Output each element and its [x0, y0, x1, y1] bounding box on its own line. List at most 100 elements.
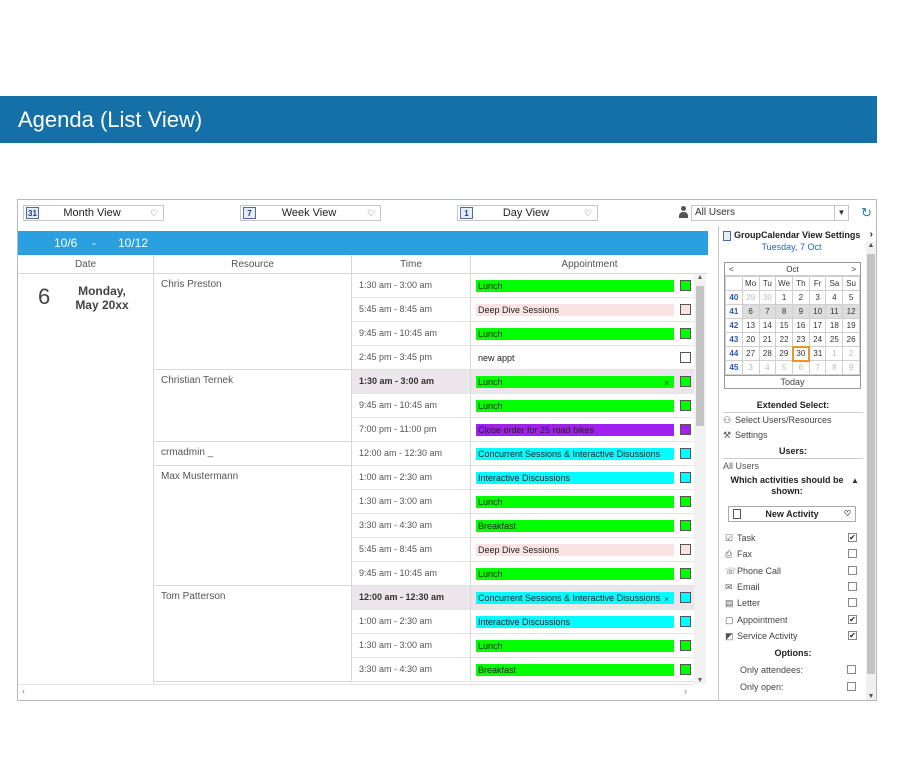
calendar-day[interactable]: 18: [825, 318, 844, 333]
appointment-subject[interactable]: Lunch: [476, 280, 674, 292]
activity-filter-item[interactable]: ◩ Service Activity ✔: [725, 629, 857, 643]
appointment-icon[interactable]: [680, 424, 691, 435]
calendar-day[interactable]: 26: [842, 332, 860, 347]
appointment-icon[interactable]: [680, 472, 691, 483]
activity-checkbox[interactable]: [848, 598, 857, 608]
appointment-subject[interactable]: Lunch: [476, 328, 674, 340]
appointment-row[interactable]: 1:30 am - 3:00 am Lunch: [352, 490, 694, 514]
calendar-day[interactable]: 8: [775, 304, 794, 319]
option-item[interactable]: Only attendees:: [740, 663, 856, 677]
appointment-icon[interactable]: [680, 592, 691, 603]
week-number[interactable]: 43: [725, 332, 743, 347]
calendar-day[interactable]: 8: [825, 360, 844, 375]
appointment-icon[interactable]: [680, 448, 691, 459]
activity-filter-item[interactable]: ▤ Letter: [725, 596, 857, 610]
activity-checkbox[interactable]: [848, 549, 857, 559]
settings-link[interactable]: ⚒ Settings: [723, 430, 768, 441]
next-month-icon[interactable]: >: [851, 263, 856, 276]
appointment-icon[interactable]: [680, 616, 691, 627]
calendar-day[interactable]: 7: [758, 304, 777, 319]
appointment-row[interactable]: 5:45 am - 8:45 am Deep Dive Sessions: [352, 538, 694, 562]
activity-filter-item[interactable]: ☏Phone Call: [725, 564, 857, 578]
activity-filter-item[interactable]: ⎙ Fax: [725, 547, 857, 561]
calendar-day[interactable]: 6: [741, 304, 760, 319]
appointment-subject[interactable]: Concurrent Sessions & Interactive Disuss…: [476, 448, 674, 460]
calendar-day[interactable]: 29: [741, 290, 760, 305]
calendar-day[interactable]: 24: [808, 332, 827, 347]
calendar-day[interactable]: 20: [741, 332, 760, 347]
day-view-button[interactable]: 1 Day View ♡: [457, 205, 598, 221]
chevron-down-icon[interactable]: ♡: [844, 507, 851, 521]
remove-icon[interactable]: ×: [664, 594, 669, 604]
appointment-icon[interactable]: [680, 664, 691, 675]
calendar-day[interactable]: 30: [758, 290, 777, 305]
dropdown-arrow-icon[interactable]: ▼: [834, 206, 848, 220]
option-checkbox[interactable]: [847, 682, 856, 691]
appointment-row[interactable]: 9:45 am - 10:45 am Lunch: [352, 322, 694, 346]
appointment-row[interactable]: 7:00 pm - 11:00 pm Close order for 25 roa…: [352, 418, 694, 442]
col-header-appointment[interactable]: Appointment: [471, 255, 708, 274]
scroll-down-icon[interactable]: ▼: [694, 677, 706, 684]
appointment-icon[interactable]: [680, 520, 691, 531]
appointment-row[interactable]: 12:00 am - 12:30 am Concurrent Sessions &…: [352, 442, 694, 466]
activity-filter-item[interactable]: ✉ Email: [725, 580, 857, 594]
calendar-day[interactable]: 21: [758, 332, 777, 347]
appointment-subject[interactable]: Concurrent Sessions & Interactive Disuss…: [476, 592, 674, 604]
activity-filter-item[interactable]: ☑ Task ✔: [725, 531, 857, 545]
calendar-day[interactable]: 1: [775, 290, 794, 305]
col-header-resource[interactable]: Resource: [154, 255, 352, 274]
calendar-day[interactable]: 3: [741, 360, 760, 375]
appointment-subject[interactable]: new appt: [476, 352, 674, 364]
appointment-icon[interactable]: [680, 280, 691, 291]
calendar-day[interactable]: 5: [775, 360, 794, 375]
option-item[interactable]: Only open:: [740, 680, 856, 694]
activity-checkbox[interactable]: [848, 565, 857, 575]
calendar-day[interactable]: 23: [792, 332, 810, 347]
appointment-icon[interactable]: [680, 352, 691, 363]
calendar-day[interactable]: 22: [775, 332, 794, 347]
appointment-row[interactable]: 2:45 pm - 3:45 pm new appt: [352, 346, 694, 370]
new-activity-button[interactable]: New Activity ♡: [728, 506, 856, 522]
week-number[interactable]: 42: [725, 318, 743, 333]
calendar-day[interactable]: 27: [741, 346, 760, 361]
week-number[interactable]: 40: [725, 290, 743, 305]
appointment-row[interactable]: 1:30 am - 3:00 am Lunch: [352, 274, 694, 298]
calendar-day[interactable]: 30: [791, 345, 811, 362]
vertical-scrollbar[interactable]: ▲ ▼: [694, 274, 706, 684]
week-number[interactable]: 44: [725, 346, 743, 361]
calendar-day[interactable]: 9: [842, 360, 860, 375]
scroll-thumb[interactable]: [696, 286, 704, 426]
panel-scroll-thumb[interactable]: [867, 254, 875, 674]
calendar-day[interactable]: 29: [775, 346, 794, 361]
scroll-left-icon[interactable]: ‹: [22, 686, 25, 696]
appointment-row[interactable]: 1:30 am - 3:00 am Lunch: [352, 634, 694, 658]
panel-scrollbar[interactable]: ▲ ▼: [866, 242, 876, 700]
scroll-up-icon[interactable]: ▲: [866, 242, 876, 249]
calendar-day[interactable]: 13: [741, 318, 760, 333]
calendar-day[interactable]: 15: [775, 318, 794, 333]
calendar-day[interactable]: 1: [825, 346, 844, 361]
calendar-day[interactable]: 4: [758, 360, 777, 375]
appointment-subject[interactable]: Deep Dive Sessions: [476, 544, 674, 556]
col-header-date[interactable]: Date: [18, 255, 154, 274]
calendar-day[interactable]: 4: [825, 290, 844, 305]
appointment-row[interactable]: 3:30 am - 4:30 am Breakfast: [352, 658, 694, 682]
calendar-day[interactable]: 3: [808, 290, 827, 305]
calendar-day[interactable]: 5: [842, 290, 860, 305]
calendar-day[interactable]: 19: [842, 318, 860, 333]
appointment-subject[interactable]: Close order for 25 road bikes: [476, 424, 674, 436]
users-select[interactable]: All Users ▼: [691, 205, 849, 221]
collapse-activities-icon[interactable]: ▲: [851, 476, 859, 485]
week-view-button[interactable]: 7 Week View ♡: [240, 205, 381, 221]
calendar-day[interactable]: 28: [758, 346, 777, 361]
calendar-day[interactable]: 2: [842, 346, 860, 361]
col-header-time[interactable]: Time: [352, 255, 471, 274]
prev-month-icon[interactable]: <: [729, 263, 734, 276]
appointment-icon[interactable]: [680, 544, 691, 555]
activity-checkbox[interactable]: ✔: [848, 533, 857, 542]
appointment-row[interactable]: 1:00 am - 2:30 am Interactive Discussions: [352, 610, 694, 634]
activity-checkbox[interactable]: ✔: [848, 630, 857, 640]
appointment-subject[interactable]: Deep Dive Sessions: [476, 304, 674, 316]
appointment-subject[interactable]: Lunch: [476, 640, 674, 652]
appointment-row[interactable]: 9:45 am - 10:45 am Lunch: [352, 562, 694, 586]
